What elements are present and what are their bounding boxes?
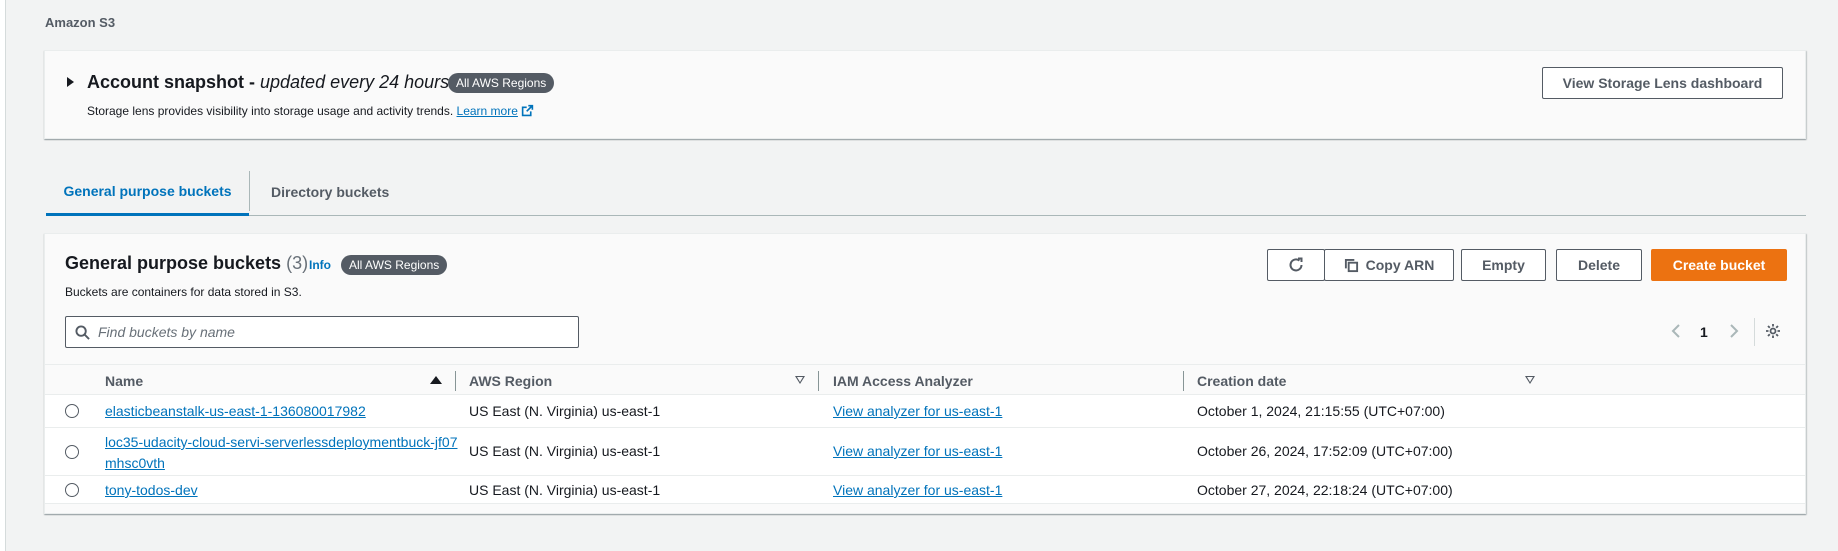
pagination-divider: [1754, 318, 1755, 346]
bucket-type-tabs: General purpose buckets Directory bucket…: [46, 168, 1806, 216]
column-header-name[interactable]: Name: [105, 373, 143, 389]
refresh-button[interactable]: [1267, 249, 1325, 281]
search-icon: [75, 324, 90, 340]
bucket-creation-date: October 26, 2024, 17:52:09 (UTC+07:00): [1197, 443, 1453, 459]
column-resizer[interactable]: [818, 371, 819, 391]
buckets-table: Name AWS Region IAM Access Analyzer Crea…: [45, 364, 1805, 504]
bucket-name-link[interactable]: loc35-udacity-cloud-servi-serverlessdepl…: [105, 432, 465, 474]
buckets-title: General purpose buckets (3): [65, 253, 308, 274]
delete-button[interactable]: Delete: [1556, 249, 1642, 281]
account-snapshot-subtitle: updated every 24 hours: [260, 72, 450, 92]
create-bucket-button[interactable]: Create bucket: [1651, 249, 1787, 281]
table-row[interactable]: elasticbeanstalk-us-east-1-136080017982 …: [45, 395, 1805, 428]
gear-icon[interactable]: [1765, 323, 1781, 339]
empty-button[interactable]: Empty: [1461, 249, 1546, 281]
account-snapshot-heading: Account snapshot -: [87, 72, 261, 92]
bucket-search-box[interactable]: [65, 316, 579, 348]
learn-more-link[interactable]: Learn more: [457, 104, 518, 118]
row-select-radio[interactable]: [65, 404, 79, 418]
view-analyzer-link[interactable]: View analyzer for us-east-1: [833, 403, 1002, 419]
info-link[interactable]: Info: [309, 258, 331, 272]
table-row[interactable]: loc35-udacity-cloud-servi-serverlessdepl…: [45, 428, 1805, 476]
tab-general-purpose-buckets[interactable]: General purpose buckets: [46, 168, 249, 216]
search-input[interactable]: [98, 324, 558, 340]
column-resizer[interactable]: [455, 371, 456, 391]
sort-ascending-icon[interactable]: [430, 376, 442, 384]
expand-caret-icon[interactable]: [67, 77, 74, 87]
bucket-name-link[interactable]: tony-todos-dev: [105, 482, 198, 498]
buckets-heading: General purpose buckets: [65, 253, 282, 273]
bucket-region: US East (N. Virginia) us-east-1: [469, 482, 661, 498]
table-row[interactable]: tony-todos-dev US East (N. Virginia) us-…: [45, 476, 1805, 504]
copy-arn-label: Copy ARN: [1365, 257, 1435, 273]
column-header-creation-date[interactable]: Creation date: [1197, 373, 1286, 389]
bucket-count: (3): [286, 253, 309, 273]
chevron-left-icon[interactable]: [1671, 323, 1681, 339]
refresh-icon: [1289, 257, 1303, 272]
sort-icon[interactable]: [1525, 376, 1535, 384]
breadcrumb[interactable]: Amazon S3: [45, 15, 115, 30]
page-number[interactable]: 1: [1700, 324, 1708, 340]
buckets-description: Buckets are containers for data stored i…: [65, 285, 302, 299]
account-snapshot-panel: Account snapshot - updated every 24 hour…: [44, 50, 1806, 139]
table-header: Name AWS Region IAM Access Analyzer Crea…: [45, 365, 1805, 395]
region-badge: All AWS Regions: [448, 73, 555, 93]
sort-icon[interactable]: [795, 376, 805, 384]
column-header-region[interactable]: AWS Region: [469, 373, 552, 389]
column-resizer[interactable]: [1183, 371, 1184, 391]
bucket-creation-date: October 1, 2024, 21:15:55 (UTC+07:00): [1197, 403, 1445, 419]
external-link-icon[interactable]: [521, 104, 534, 117]
side-navigation-rail: [0, 0, 6, 551]
view-storage-lens-button[interactable]: View Storage Lens dashboard: [1542, 67, 1783, 99]
row-select-radio[interactable]: [65, 483, 79, 497]
row-select-radio[interactable]: [65, 445, 79, 459]
view-analyzer-link[interactable]: View analyzer for us-east-1: [833, 443, 1002, 459]
account-snapshot-title[interactable]: Account snapshot - updated every 24 hour…: [87, 72, 449, 93]
copy-arn-button[interactable]: Copy ARN: [1324, 249, 1454, 281]
view-analyzer-link[interactable]: View analyzer for us-east-1: [833, 482, 1002, 498]
snapshot-description-text: Storage lens provides visibility into st…: [87, 104, 457, 118]
bucket-region: US East (N. Virginia) us-east-1: [469, 403, 661, 419]
account-snapshot-description: Storage lens provides visibility into st…: [87, 104, 534, 118]
tab-divider: [249, 171, 250, 211]
tab-directory-buckets[interactable]: Directory buckets: [271, 168, 389, 216]
chevron-right-icon[interactable]: [1729, 323, 1739, 339]
region-badge: All AWS Regions: [341, 255, 448, 275]
bucket-region: US East (N. Virginia) us-east-1: [469, 443, 661, 459]
general-purpose-buckets-panel: General purpose buckets (3) Info All AWS…: [44, 233, 1806, 514]
copy-icon: [1344, 258, 1358, 272]
bucket-creation-date: October 27, 2024, 22:18:24 (UTC+07:00): [1197, 482, 1453, 498]
bucket-name-link[interactable]: elasticbeanstalk-us-east-1-136080017982: [105, 403, 366, 419]
column-header-iam-analyzer[interactable]: IAM Access Analyzer: [833, 373, 973, 389]
